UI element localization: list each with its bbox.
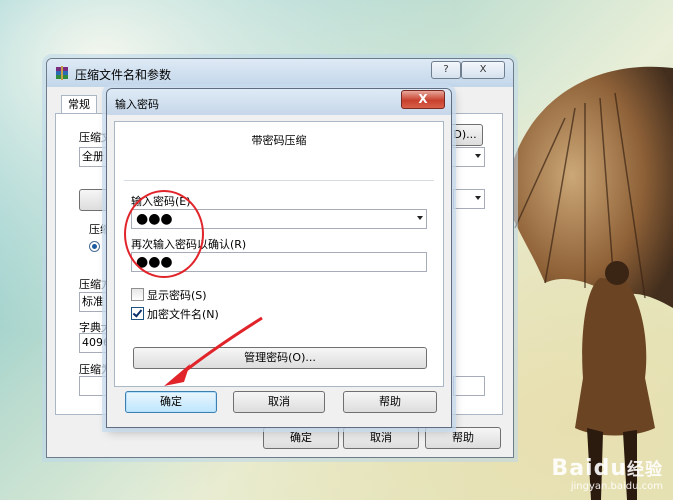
help-title-button[interactable]: ? [431, 61, 461, 79]
password-ok-button[interactable]: 确定 [125, 391, 217, 413]
format-radio[interactable] [89, 241, 100, 252]
profile-select[interactable] [453, 189, 485, 209]
password-cancel-button[interactable]: 取消 [233, 391, 325, 413]
profiles-button[interactable] [79, 189, 109, 211]
encrypt-filenames-checkbox[interactable] [131, 307, 144, 320]
chevron-down-icon [475, 196, 481, 200]
baidu-watermark: Baidu经验 jingyan.baidu.com [551, 455, 663, 492]
password-titlebar: 输入密码 X [107, 89, 451, 115]
main-titlebar: 压缩文件名和参数 ? X [47, 59, 513, 87]
cancel-button[interactable]: 取消 [343, 427, 419, 449]
winrar-icon [56, 66, 68, 80]
help-button[interactable]: 帮助 [425, 427, 501, 449]
compression-method-value: 标准 [82, 295, 104, 308]
close-password-button[interactable]: X [401, 90, 445, 109]
umbrella-figure-image [505, 66, 673, 500]
password-dialog-title: 输入密码 [115, 98, 159, 111]
annotation-circle [124, 190, 204, 278]
password-heading: 带密码压缩 [251, 134, 307, 147]
encrypt-filenames-label: 加密文件名(N) [147, 308, 219, 321]
chevron-down-icon [475, 154, 481, 158]
tab-general[interactable]: 常规 [61, 95, 97, 114]
chevron-down-icon [417, 216, 423, 220]
show-password-checkbox[interactable] [131, 288, 144, 301]
password-help-button[interactable]: 帮助 [343, 391, 437, 413]
show-password-label: 显示密码(S) [147, 289, 207, 302]
watermark-suffix: 经验 [627, 460, 663, 480]
watermark-brand: Baidu [551, 456, 627, 481]
manage-passwords-button[interactable]: 管理密码(O)... [133, 347, 427, 369]
close-main-button[interactable]: X [461, 61, 505, 79]
split-right-field[interactable] [453, 376, 485, 396]
watermark-url: jingyan.baidu.com [570, 481, 663, 492]
main-dialog-title: 压缩文件名和参数 [75, 68, 172, 82]
browse-button[interactable]: D)... [447, 124, 483, 146]
update-mode-value: 全册 [82, 150, 104, 163]
ok-button[interactable]: 确定 [263, 427, 339, 449]
